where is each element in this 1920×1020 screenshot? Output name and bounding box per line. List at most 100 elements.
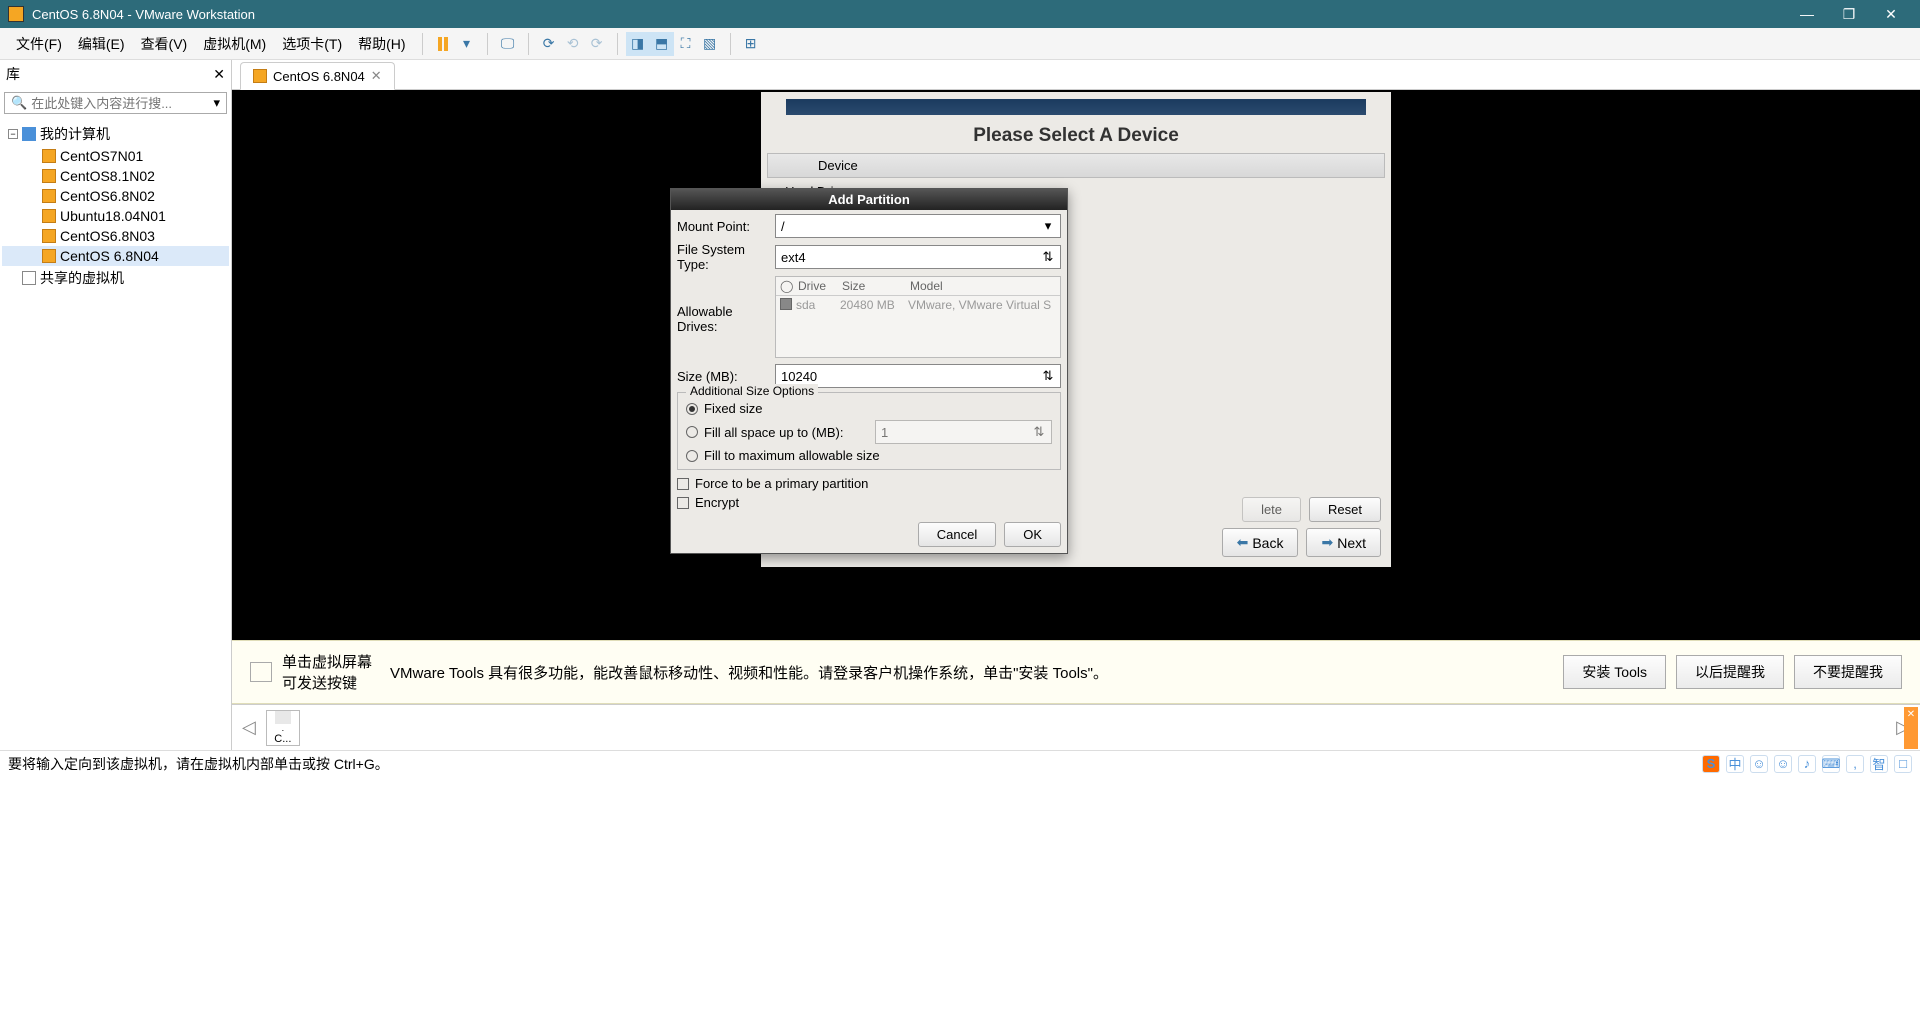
vm-icon	[42, 249, 56, 263]
arrow-right-icon: ➡	[1321, 534, 1333, 551]
chevron-down-icon[interactable]: ▾	[1041, 218, 1055, 234]
tray-icon[interactable]: □	[1894, 755, 1912, 773]
spinner-icon[interactable]: ⇅	[1041, 249, 1055, 265]
tab-active[interactable]: CentOS 6.8N04 ✕	[240, 62, 395, 90]
vm-icon	[42, 169, 56, 183]
search-box[interactable]: 🔍 ▾	[4, 92, 227, 114]
guest-screen[interactable]: Please Select A Device Device ▿ Hard Dri…	[232, 90, 1920, 640]
dont-remind-button[interactable]: 不要提醒我	[1794, 655, 1902, 689]
device-column-header: Device	[767, 153, 1385, 178]
chevron-down-icon[interactable]: ▾	[213, 95, 220, 111]
add-partition-dialog: Add Partition Mount Point: /▾ File Syste…	[670, 188, 1068, 554]
collapse-icon[interactable]: −	[8, 129, 18, 139]
computer-icon	[22, 127, 36, 141]
sidebar: 库 ✕ 🔍 ▾ −我的计算机 CentOS7N01 CentOS8.1N02 C…	[0, 60, 232, 750]
remind-later-button[interactable]: 以后提醒我	[1676, 655, 1784, 689]
unity-icon[interactable]: ▧	[698, 32, 722, 56]
tree-shared[interactable]: 共享的虚拟机	[2, 266, 229, 290]
mount-label: Mount Point:	[677, 219, 775, 234]
snapshot-prev-icon[interactable]: ⟲	[561, 32, 585, 56]
back-button[interactable]: ⬅Back	[1222, 528, 1299, 557]
tab-close-icon[interactable]: ✕	[371, 68, 382, 84]
fillupto-input: 1⇅	[875, 420, 1052, 444]
tree-item[interactable]: CentOS6.8N02	[2, 186, 229, 206]
window-title: CentOS 6.8N04 - VMware Workstation	[32, 7, 1786, 22]
tray-icon[interactable]: ⌨	[1822, 755, 1840, 773]
tray-icon[interactable]: ☺	[1750, 755, 1768, 773]
vm-icon	[253, 69, 267, 83]
sogou-ime-icon[interactable]: S	[1702, 755, 1720, 773]
pause-button[interactable]	[431, 32, 455, 56]
menu-vm[interactable]: 虚拟机(M)	[195, 30, 274, 58]
minimize-button[interactable]: —	[1786, 0, 1828, 28]
vm-icon	[42, 229, 56, 243]
fullscreen-icon[interactable]: ⛶	[674, 32, 698, 56]
vm-tree: −我的计算机 CentOS7N01 CentOS8.1N02 CentOS6.8…	[0, 118, 231, 294]
tree-item[interactable]: CentOS7N01	[2, 146, 229, 166]
tree-root[interactable]: −我的计算机	[2, 122, 229, 146]
screen-icon	[250, 662, 272, 682]
tray-icon[interactable]: ☺	[1774, 755, 1792, 773]
tab-label: CentOS 6.8N04	[273, 69, 365, 84]
app-icon	[8, 6, 24, 22]
delete-button[interactable]: lete	[1242, 497, 1301, 522]
fs-type-combo[interactable]: ext4⇅	[775, 245, 1061, 269]
snapshot-icon[interactable]: ⟳	[537, 32, 561, 56]
close-button[interactable]: ✕	[1870, 0, 1912, 28]
mount-point-combo[interactable]: /▾	[775, 214, 1061, 238]
cancel-button[interactable]: Cancel	[918, 522, 996, 547]
thumbbar-close-icon[interactable]: ✕	[1904, 707, 1918, 749]
library-icon[interactable]: ⊞	[739, 32, 763, 56]
share-icon	[22, 271, 36, 285]
system-tray: S 中 ☺ ☺ ♪ ⌨ , 智 □	[1702, 755, 1912, 773]
arrow-left-icon: ⬅	[1237, 534, 1249, 551]
view1-icon[interactable]: ◨	[626, 32, 650, 56]
menu-tabs[interactable]: 选项卡(T)	[274, 30, 350, 58]
tree-item[interactable]: CentOS6.8N03	[2, 226, 229, 246]
tray-icon[interactable]: ♪	[1798, 755, 1816, 773]
checkbox-header-icon[interactable]: ◯	[780, 279, 794, 293]
radio-icon	[686, 426, 698, 438]
spinner-icon[interactable]: ⇅	[1041, 368, 1055, 384]
scroll-left-icon[interactable]: ◁	[238, 717, 260, 738]
search-input[interactable]	[31, 96, 213, 111]
menu-help[interactable]: 帮助(H)	[350, 30, 413, 58]
check-encrypt[interactable]: Encrypt	[677, 493, 1061, 512]
dialog-title: Add Partition	[671, 189, 1067, 210]
install-tools-button[interactable]: 安装 Tools	[1563, 655, 1666, 689]
next-button[interactable]: ➡Next	[1306, 528, 1381, 557]
content-area: CentOS 6.8N04 ✕ Please Select A Device D…	[232, 60, 1920, 750]
tray-icon[interactable]: 中	[1726, 755, 1744, 773]
thumbnail[interactable]: . C...	[266, 710, 300, 746]
tree-item[interactable]: Ubuntu18.04N01	[2, 206, 229, 226]
radio-fillmax[interactable]: Fill to maximum allowable size	[686, 446, 1052, 465]
menu-edit[interactable]: 编辑(E)	[70, 30, 133, 58]
sidebar-close-icon[interactable]: ✕	[213, 66, 225, 83]
monitor-icon[interactable]: 🖵	[496, 32, 520, 56]
drives-list[interactable]: ◯ Drive Size Model sda 20480 MB VMware, …	[775, 276, 1061, 358]
tree-item[interactable]: CentOS8.1N02	[2, 166, 229, 186]
menubar: 文件(F) 编辑(E) 查看(V) 虚拟机(M) 选项卡(T) 帮助(H) ▾ …	[0, 28, 1920, 60]
drive-checkbox[interactable]	[780, 298, 792, 310]
tree-item-selected[interactable]: CentOS 6.8N04	[2, 246, 229, 266]
reset-button[interactable]: Reset	[1309, 497, 1381, 522]
maximize-button[interactable]: ❐	[1828, 0, 1870, 28]
radio-fixed[interactable]: Fixed size	[686, 399, 1052, 418]
tray-icon[interactable]: ,	[1846, 755, 1864, 773]
tray-icon[interactable]: 智	[1870, 755, 1888, 773]
ok-button[interactable]: OK	[1004, 522, 1061, 547]
dropdown-icon[interactable]: ▾	[455, 32, 479, 56]
vm-icon	[42, 149, 56, 163]
radio-fillupto[interactable]: Fill all space up to (MB):1⇅	[686, 418, 1052, 446]
checkbox-icon	[677, 478, 689, 490]
radio-icon	[686, 403, 698, 415]
menu-view[interactable]: 查看(V)	[133, 30, 196, 58]
check-primary[interactable]: Force to be a primary partition	[677, 474, 1061, 493]
view2-icon[interactable]: ⬒	[650, 32, 674, 56]
size-options-fieldset: Additional Size Options Fixed size Fill …	[677, 392, 1061, 470]
snapshot-manager-icon[interactable]: ⟳	[585, 32, 609, 56]
size-label: Size (MB):	[677, 369, 775, 384]
tab-bar: CentOS 6.8N04 ✕	[232, 60, 1920, 90]
search-icon: 🔍	[11, 95, 27, 111]
menu-file[interactable]: 文件(F)	[8, 30, 70, 58]
